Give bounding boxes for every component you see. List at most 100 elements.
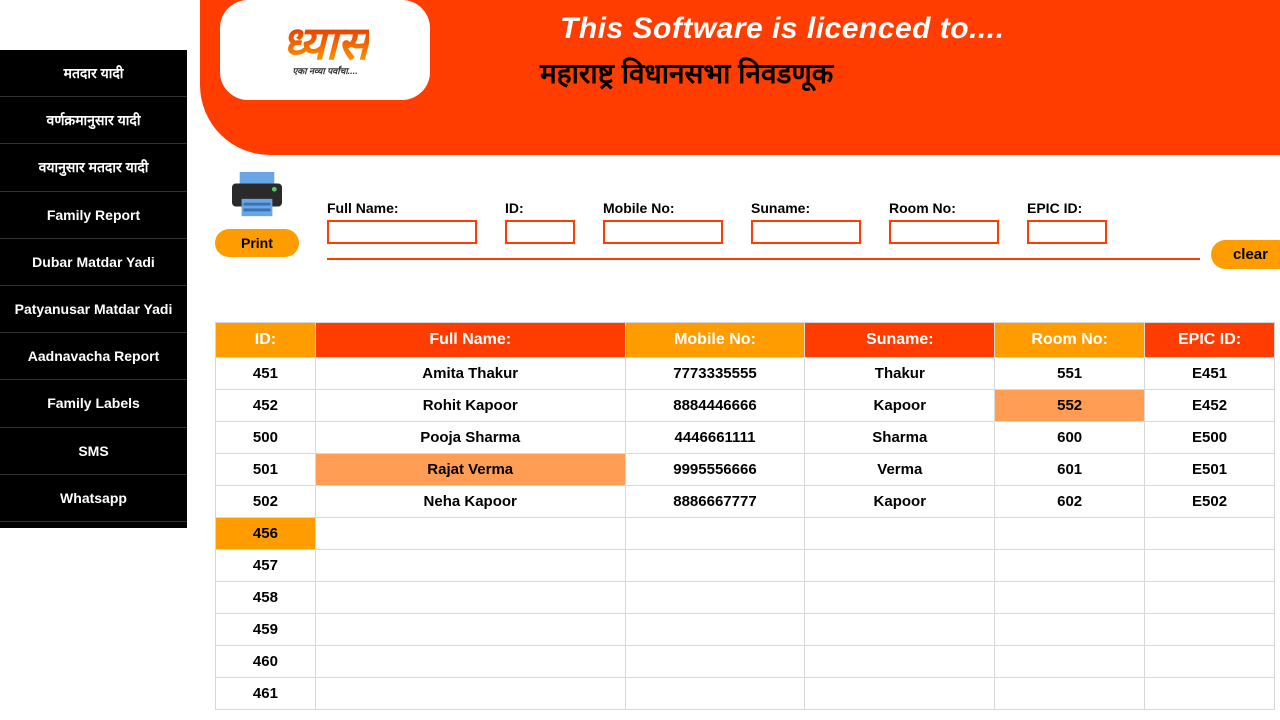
- col-room: Room No:: [995, 323, 1145, 358]
- cell-id: 451: [216, 358, 316, 390]
- cell-epic: [1145, 550, 1275, 582]
- epic-input[interactable]: [1027, 220, 1107, 244]
- cell-epic: E452: [1145, 390, 1275, 422]
- table-row[interactable]: 501Rajat Verma9995556666Verma601E501: [216, 454, 1275, 486]
- print-button[interactable]: Print: [215, 229, 299, 257]
- sidebar-item-4[interactable]: Dubar Matdar Yadi: [0, 239, 187, 286]
- cell-name: Rajat Verma: [315, 454, 625, 486]
- sidebar-item-3[interactable]: Family Report: [0, 192, 187, 239]
- cell-suname: [805, 550, 995, 582]
- id-input[interactable]: [505, 220, 575, 244]
- table-row[interactable]: 457: [216, 550, 1275, 582]
- table-row[interactable]: 456: [216, 518, 1275, 550]
- suname-label: Suname:: [751, 200, 861, 216]
- toolbar: Print Full Name: ID: Mobile No: Suname: …: [215, 170, 1280, 270]
- cell-epic: [1145, 646, 1275, 678]
- cell-name: Pooja Sharma: [315, 422, 625, 454]
- cell-epic: E502: [1145, 486, 1275, 518]
- cell-name: Amita Thakur: [315, 358, 625, 390]
- cell-suname: Kapoor: [805, 486, 995, 518]
- cell-epic: [1145, 582, 1275, 614]
- cell-name: Neha Kapoor: [315, 486, 625, 518]
- room-input[interactable]: [889, 220, 999, 244]
- cell-name: [315, 614, 625, 646]
- col-fullname: Full Name:: [315, 323, 625, 358]
- cell-name: [315, 550, 625, 582]
- cell-epic: [1145, 614, 1275, 646]
- sidebar-item-5[interactable]: Patyanusar Matdar Yadi: [0, 286, 187, 333]
- sidebar-item-0[interactable]: मतदार यादी: [0, 50, 187, 97]
- cell-id: 461: [216, 678, 316, 710]
- header-subtitle: महाराष्ट्र विधानसभा निवडणूक: [540, 54, 833, 92]
- sidebar-item-8[interactable]: SMS: [0, 428, 187, 475]
- cell-mobile: [625, 550, 805, 582]
- cell-suname: [805, 518, 995, 550]
- cell-room: 601: [995, 454, 1145, 486]
- mobile-input[interactable]: [603, 220, 723, 244]
- cell-suname: [805, 614, 995, 646]
- cell-mobile: [625, 582, 805, 614]
- cell-mobile: 8884446666: [625, 390, 805, 422]
- cell-room: [995, 678, 1145, 710]
- cell-id: 502: [216, 486, 316, 518]
- id-label: ID:: [505, 200, 575, 216]
- sidebar-item-7[interactable]: Family Labels: [0, 380, 187, 427]
- cell-room: 602: [995, 486, 1145, 518]
- cell-id: 457: [216, 550, 316, 582]
- cell-suname: Kapoor: [805, 390, 995, 422]
- table-row[interactable]: 451Amita Thakur7773335555Thakur551E451: [216, 358, 1275, 390]
- cell-suname: [805, 678, 995, 710]
- cell-epic: E451: [1145, 358, 1275, 390]
- fullname-input[interactable]: [327, 220, 477, 244]
- cell-name: [315, 518, 625, 550]
- suname-input[interactable]: [751, 220, 861, 244]
- cell-room: [995, 518, 1145, 550]
- table-row[interactable]: 459: [216, 614, 1275, 646]
- cell-id: 459: [216, 614, 316, 646]
- cell-epic: E501: [1145, 454, 1275, 486]
- table-row[interactable]: 500Pooja Sharma4446661111Sharma600E500: [216, 422, 1275, 454]
- cell-id: 456: [216, 518, 316, 550]
- cell-suname: Thakur: [805, 358, 995, 390]
- cell-name: [315, 678, 625, 710]
- cell-epic: [1145, 678, 1275, 710]
- cell-room: [995, 646, 1145, 678]
- fullname-label: Full Name:: [327, 200, 477, 216]
- cell-suname: [805, 582, 995, 614]
- cell-id: 501: [216, 454, 316, 486]
- printer-icon: [226, 207, 288, 224]
- table-row[interactable]: 458: [216, 582, 1275, 614]
- cell-epic: [1145, 518, 1275, 550]
- logo-sub: एका नव्या पर्वांचा....: [292, 64, 357, 77]
- header-title: This Software is licenced to....: [560, 12, 1004, 46]
- cell-room: 600: [995, 422, 1145, 454]
- cell-suname: [805, 646, 995, 678]
- sidebar-item-2[interactable]: वयानुसार मतदार यादी: [0, 144, 187, 191]
- room-label: Room No:: [889, 200, 999, 216]
- cell-mobile: 8886667777: [625, 486, 805, 518]
- cell-room: [995, 550, 1145, 582]
- sidebar-item-9[interactable]: Whatsapp: [0, 475, 187, 522]
- logo-text: ध्यास: [282, 23, 369, 64]
- voter-table: ID: Full Name: Mobile No: Suname: Room N…: [215, 322, 1275, 710]
- col-id: ID:: [216, 323, 316, 358]
- epic-label: EPIC ID:: [1027, 200, 1107, 216]
- table-row[interactable]: 461: [216, 678, 1275, 710]
- cell-mobile: [625, 678, 805, 710]
- sidebar-item-1[interactable]: वर्णक्रमानुसार यादी: [0, 97, 187, 144]
- col-mobile: Mobile No:: [625, 323, 805, 358]
- cell-mobile: 9995556666: [625, 454, 805, 486]
- table-row[interactable]: 502Neha Kapoor8886667777Kapoor602E502: [216, 486, 1275, 518]
- cell-room: 551: [995, 358, 1145, 390]
- cell-room: 552: [995, 390, 1145, 422]
- cell-mobile: [625, 614, 805, 646]
- cell-id: 500: [216, 422, 316, 454]
- table-row[interactable]: 452Rohit Kapoor8884446666Kapoor552E452: [216, 390, 1275, 422]
- table-row[interactable]: 460: [216, 646, 1275, 678]
- clear-button[interactable]: clear: [1211, 240, 1280, 269]
- cell-name: [315, 646, 625, 678]
- cell-mobile: [625, 646, 805, 678]
- sidebar-item-6[interactable]: Aadnavacha Report: [0, 333, 187, 380]
- cell-mobile: 7773335555: [625, 358, 805, 390]
- cell-id: 452: [216, 390, 316, 422]
